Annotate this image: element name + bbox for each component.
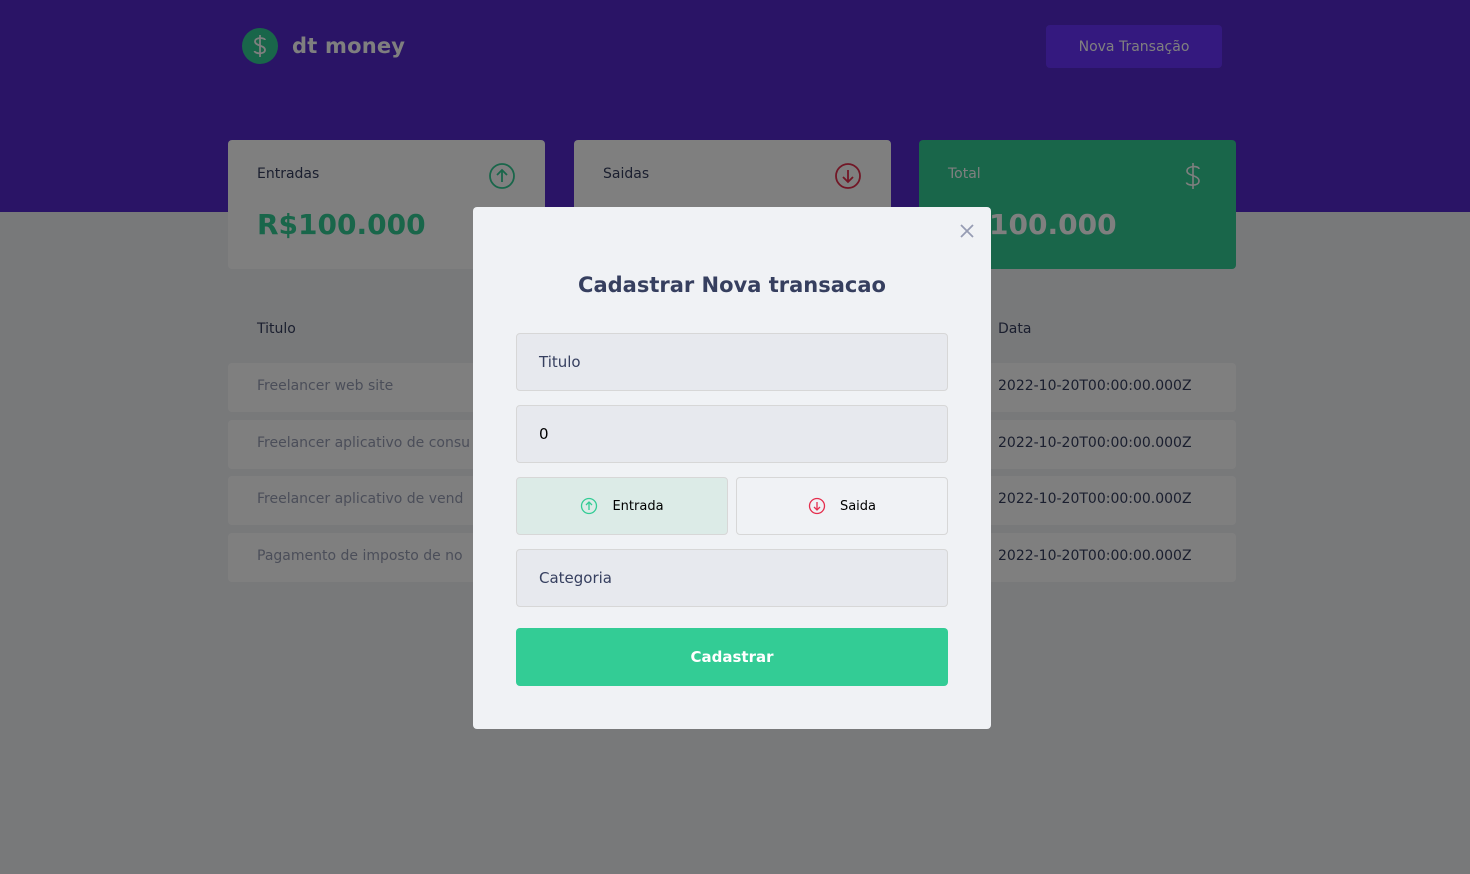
income-type-button[interactable]: Entrada <box>516 477 728 535</box>
arrow-down-circle-icon <box>808 497 826 515</box>
outcome-type-label: Saida <box>839 498 877 514</box>
submit-button[interactable]: Cadastrar <box>516 628 948 686</box>
amount-input[interactable]: 0 <box>516 405 948 463</box>
title-input[interactable]: Titulo <box>516 333 948 391</box>
category-input[interactable]: Categoria <box>516 549 948 607</box>
outcome-type-button[interactable]: Saida <box>736 477 948 535</box>
close-icon[interactable] <box>957 221 977 241</box>
income-type-label: Entrada <box>612 498 664 514</box>
modal-title: Cadastrar Nova transacao <box>578 273 886 297</box>
new-transaction-modal: Cadastrar Nova transacao Titulo 0 Entrad… <box>473 207 991 729</box>
arrow-up-circle-icon <box>581 497 598 515</box>
